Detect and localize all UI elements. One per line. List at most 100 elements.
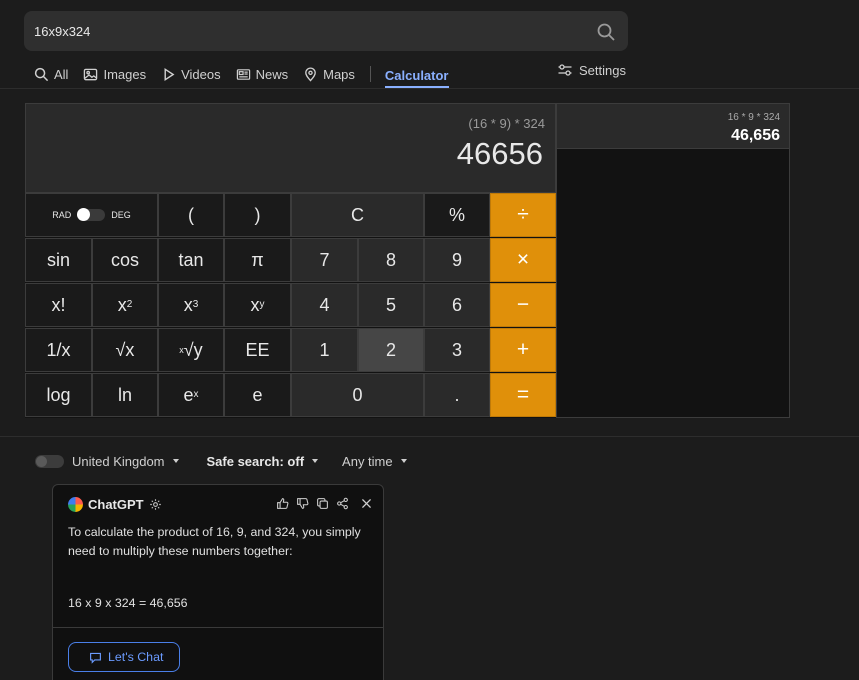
key-equals[interactable]: = (490, 373, 556, 417)
copy-icon[interactable] (316, 497, 329, 510)
sliders-icon (558, 64, 572, 76)
key-divide[interactable]: ÷ (490, 193, 556, 237)
play-icon (164, 67, 175, 81)
key-plus[interactable]: + (490, 328, 556, 372)
card-divider (53, 627, 383, 628)
deg-label: DEG (111, 210, 131, 220)
search-input[interactable] (34, 11, 574, 51)
time-dropdown[interactable]: Any time (342, 454, 407, 469)
thumbs-up-icon[interactable] (276, 497, 289, 510)
close-icon[interactable] (360, 497, 373, 510)
key-label: ( (188, 204, 194, 225)
caret-down-icon (312, 459, 319, 463)
key-multiply[interactable]: × (490, 238, 556, 282)
history-result: 46,656 (731, 127, 780, 144)
time-label: Any time (342, 453, 393, 469)
calculator-expression: (16 * 9) * 324 (468, 116, 545, 131)
search-icon[interactable] (596, 22, 616, 42)
key-label: √x (115, 339, 135, 360)
key-label: % (448, 204, 465, 225)
rad-deg-toggle[interactable]: RAD DEG (25, 193, 158, 237)
key-factorial[interactable]: x! (25, 283, 92, 327)
key-label: e (183, 384, 194, 405)
key-dot[interactable]: . (424, 373, 490, 417)
key-4[interactable]: 4 (291, 283, 358, 327)
key-label: EE (245, 339, 270, 360)
newspaper-icon (236, 68, 250, 80)
key-power[interactable]: xy (224, 283, 291, 327)
key-8[interactable]: 8 (358, 238, 424, 282)
key-7[interactable]: 7 (291, 238, 358, 282)
response-equation: 16 x 9 x 324 = 46,656 (68, 596, 188, 610)
key-1[interactable]: 1 (291, 328, 358, 372)
key-close-paren[interactable]: ) (224, 193, 291, 237)
share-icon[interactable] (336, 497, 349, 510)
gear-icon[interactable] (149, 498, 162, 511)
key-sqrt[interactable]: √x (92, 328, 158, 372)
toggle-knob (36, 455, 47, 467)
calculator-result: 46656 (456, 136, 543, 171)
key-pi[interactable]: π (224, 238, 291, 282)
tab-images[interactable]: Images (83, 62, 146, 86)
key-minus[interactable]: − (490, 283, 556, 327)
key-clear[interactable]: C (291, 193, 424, 237)
region-dropdown[interactable]: United Kingdom (72, 454, 179, 469)
key-3[interactable]: 3 (424, 328, 490, 372)
key-exp[interactable]: ex (158, 373, 224, 417)
caret-down-icon (400, 459, 407, 463)
chatgpt-logo-icon (68, 497, 83, 512)
chat-response: To calculate the product of 16, 9, and 3… (68, 523, 368, 613)
history-item[interactable]: 16 * 9 * 324 46,656 (557, 104, 789, 149)
key-label: 0 (352, 384, 363, 405)
key-cos[interactable]: cos (92, 238, 158, 282)
calculator-display: (16 * 9) * 324 46656 (25, 103, 556, 193)
key-6[interactable]: 6 (424, 283, 490, 327)
key-sin[interactable]: sin (25, 238, 92, 282)
lets-chat-button[interactable]: Let's Chat (68, 642, 181, 672)
tab-label: Calculator (384, 67, 449, 83)
key-label: π (251, 249, 264, 270)
tab-news[interactable]: News (236, 62, 288, 86)
history-expression: 16 * 9 * 324 (727, 112, 780, 123)
map-pin-icon (305, 67, 316, 82)
rad-deg-switch[interactable] (77, 208, 106, 221)
key-tan[interactable]: tan (158, 238, 224, 282)
key-ln[interactable]: ln (92, 373, 158, 417)
key-label: x (250, 294, 260, 315)
key-label: + (516, 338, 530, 361)
key-label: 6 (451, 294, 462, 315)
safe-search-dropdown[interactable]: Safe search: off (207, 454, 319, 469)
key-0[interactable]: 0 (291, 373, 424, 417)
key-9[interactable]: 9 (424, 238, 490, 282)
search-icon (34, 67, 49, 81)
search-bar[interactable] (24, 11, 628, 51)
key-ee[interactable]: EE (224, 328, 291, 372)
settings-link[interactable]: Settings (557, 60, 626, 80)
key-open-paren[interactable]: ( (158, 193, 224, 237)
tab-videos[interactable]: Videos (161, 62, 221, 86)
key-log[interactable]: log (25, 373, 92, 417)
region-label: United Kingdom (72, 453, 165, 469)
tab-maps[interactable]: Maps (303, 62, 355, 86)
key-5[interactable]: 5 (358, 283, 424, 327)
key-reciprocal[interactable]: 1/x (25, 328, 92, 372)
safe-search-label: Safe search: off (206, 453, 305, 469)
tab-calculator[interactable]: Calculator (384, 60, 449, 88)
tab-all[interactable]: All (34, 62, 68, 86)
image-icon (84, 68, 98, 80)
key-label: x! (51, 294, 66, 315)
key-percent[interactable]: % (424, 193, 490, 237)
header-divider (0, 88, 859, 89)
search-filters: United Kingdom Safe search: off Any time (35, 451, 407, 471)
key-square[interactable]: x2 (92, 283, 158, 327)
key-2[interactable]: 2 (358, 328, 424, 372)
key-label: 9 (451, 249, 462, 270)
key-cube[interactable]: x3 (158, 283, 224, 327)
region-toggle[interactable] (35, 454, 64, 468)
key-e[interactable]: e (224, 373, 291, 417)
key-yroot[interactable]: x √y (158, 328, 224, 372)
key-label: e (252, 384, 263, 405)
thumbs-down-icon[interactable] (296, 497, 309, 510)
tab-label: All (54, 66, 69, 82)
card-header: ChatGPT (68, 497, 162, 512)
